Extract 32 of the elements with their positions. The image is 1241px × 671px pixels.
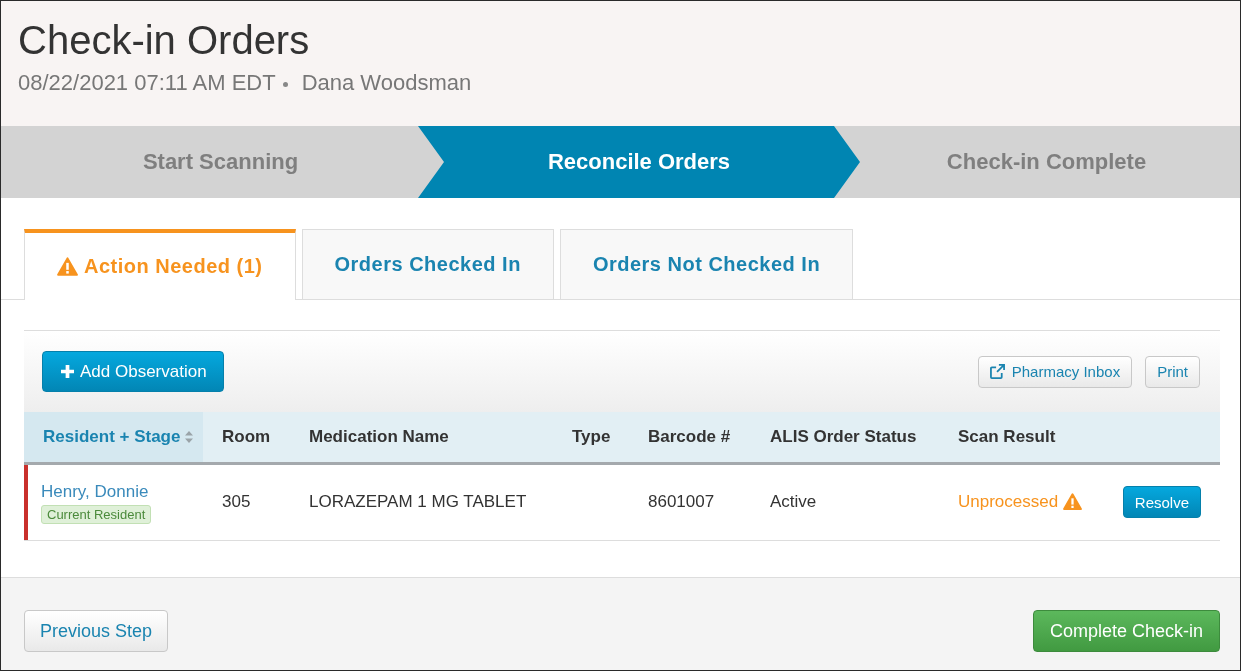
- complete-check-in-button[interactable]: Complete Check-in: [1032, 610, 1220, 652]
- room-number: 305: [222, 492, 251, 511]
- add-observation-button[interactable]: Add Observation: [42, 351, 224, 392]
- toolbar-button[interactable]: Pharmacy Inbox: [977, 355, 1133, 388]
- separator-dot-icon: [282, 82, 288, 87]
- column-header: Room: [203, 412, 290, 463]
- tab[interactable]: Orders Checked In: [301, 229, 554, 299]
- scan-result: Unprocessed: [958, 492, 1059, 512]
- column-header[interactable]: Resident + Stage: [24, 412, 203, 463]
- barcode-number: 8601007: [648, 492, 715, 511]
- wizard-step: Start Scanning: [1, 126, 414, 198]
- external-link-icon: [989, 364, 1005, 379]
- page-title: Check-in Orders: [18, 20, 310, 60]
- sort-icon: [185, 430, 194, 443]
- column-header: Medication Name: [290, 412, 553, 463]
- medication-name: LORAZEPAM 1 MG TABLET: [309, 492, 527, 511]
- toolbar-button[interactable]: Print: [1145, 355, 1200, 388]
- tab[interactable]: Action Needed (1): [24, 229, 296, 300]
- plus-icon: [61, 365, 74, 378]
- column-header: Barcode #: [629, 412, 751, 463]
- column-header: Scan Result: [939, 412, 1100, 463]
- stage-badge: Current Resident: [41, 505, 152, 524]
- column-header: Type: [553, 412, 629, 463]
- resident-link[interactable]: Henry, Donnie: [41, 482, 149, 502]
- order-status: Active: [770, 492, 817, 511]
- wizard-step: Reconcile Orders: [418, 126, 860, 198]
- column-header: ALIS Order Status: [751, 412, 939, 463]
- previous-step-button[interactable]: Previous Step: [24, 610, 169, 652]
- date-time: 08/22/2021 07:11 AM EDT: [18, 72, 276, 94]
- resolve-button[interactable]: Resolve: [1122, 486, 1201, 518]
- user-name: Dana Woodsman: [301, 72, 472, 94]
- tab[interactable]: Orders Not Checked In: [559, 229, 854, 299]
